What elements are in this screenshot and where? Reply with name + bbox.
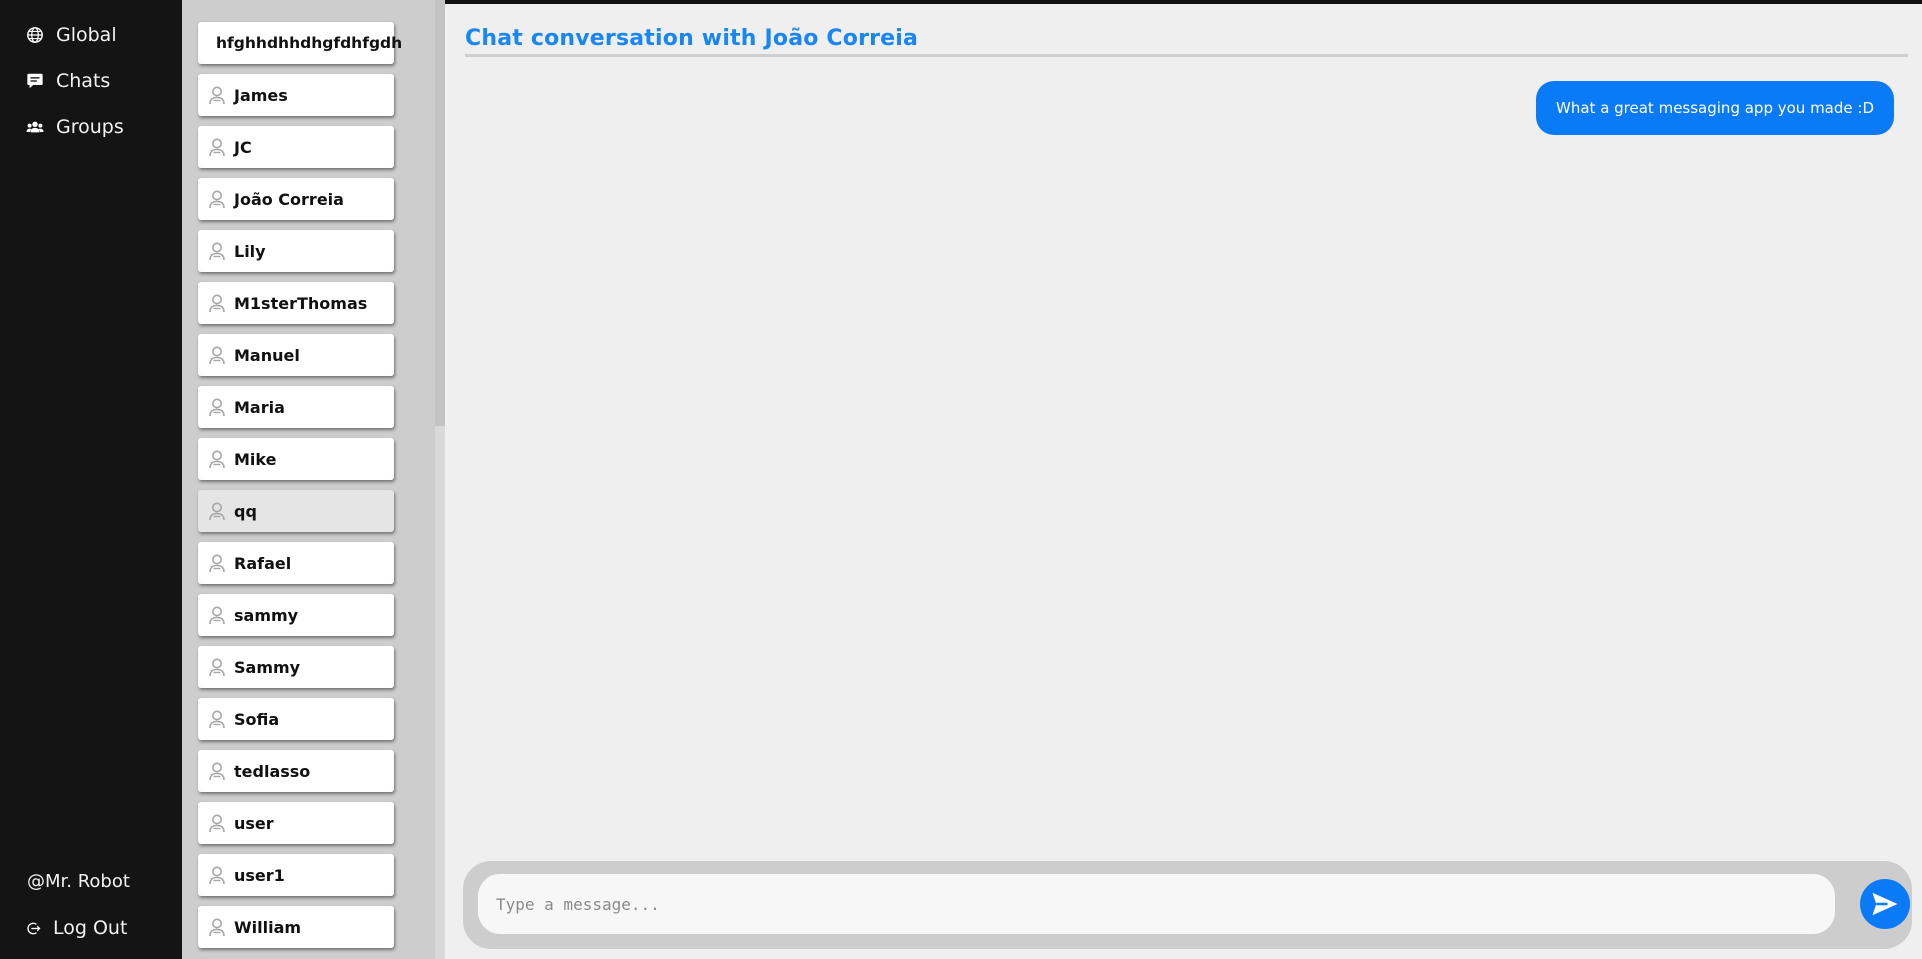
contact-item[interactable]: Mike — [198, 438, 394, 480]
nav-item-global[interactable]: Global — [26, 24, 117, 46]
user-icon — [209, 554, 225, 573]
contact-item[interactable]: William — [198, 906, 394, 948]
user-icon — [209, 242, 225, 261]
contact-item[interactable]: James — [198, 74, 394, 116]
logout-icon — [27, 922, 41, 934]
message-composer — [463, 861, 1912, 949]
groups-icon — [26, 121, 44, 133]
contact-item[interactable]: João Correia — [198, 178, 394, 220]
contact-name: qq — [234, 501, 257, 521]
contact-item[interactable]: Maria — [198, 386, 394, 428]
chat-title: Chat conversation with João Correia — [465, 26, 919, 51]
contact-item[interactable]: M1sterThomas — [198, 282, 394, 324]
logout-label: Log Out — [53, 917, 128, 939]
contact-name: tedlasso — [234, 761, 311, 781]
contact-item[interactable]: tedlasso — [198, 750, 394, 792]
send-icon — [1872, 892, 1898, 916]
contact-name: William — [234, 917, 302, 937]
contact-name: Mike — [234, 449, 277, 469]
contact-item[interactable]: Sammy — [198, 646, 394, 688]
contact-name: James — [234, 85, 288, 105]
contacts-panel: hfghhdhhdhgfdhfgdh James JC João Correia Lil… — [182, 0, 435, 959]
nav-item-chats[interactable]: Chats — [26, 70, 110, 92]
contact-item[interactable]: user1 — [198, 854, 394, 896]
contact-item[interactable]: qq — [198, 490, 394, 532]
contact-name: M1sterThomas — [234, 293, 368, 313]
contact-name: Maria — [234, 397, 285, 417]
contact-name: Lily — [234, 241, 266, 261]
user-icon — [209, 86, 225, 105]
user-icon — [209, 866, 225, 885]
nav-item-groups[interactable]: Groups — [26, 116, 124, 138]
contact-item[interactable]: Sofia — [198, 698, 394, 740]
user-icon — [209, 346, 225, 365]
contact-item[interactable]: JC — [198, 126, 394, 168]
contact-name: sammy — [234, 605, 299, 625]
contact-item[interactable]: user — [198, 802, 394, 844]
contact-name: João Correia — [234, 189, 344, 209]
user-icon — [209, 814, 225, 833]
contact-name: Sammy — [234, 657, 301, 677]
user-icon — [209, 398, 225, 417]
chat-panel: Chat conversation with João Correia What… — [445, 0, 1922, 959]
contact-name: user — [234, 813, 274, 833]
user-icon — [209, 502, 225, 521]
contacts-scrollbar[interactable] — [435, 0, 445, 959]
contacts-scroll-thumb[interactable] — [435, 0, 445, 426]
chat-icon — [27, 73, 43, 89]
contact-name: Manuel — [234, 345, 300, 365]
contact-item[interactable]: hfghhdhhdhgfdhfgdh — [198, 22, 402, 64]
contact-item[interactable]: sammy — [198, 594, 394, 636]
user-icon — [209, 918, 225, 937]
user-icon — [209, 710, 225, 729]
nav-label-global: Global — [56, 24, 117, 46]
contact-name: hfghhdhhdhgfdhfgdh — [216, 34, 403, 52]
navigation-sidebar: Global Chats Groups @Mr. Robot Log Out — [0, 0, 182, 959]
user-icon — [209, 138, 225, 157]
contact-name: Sofia — [234, 709, 280, 729]
send-button[interactable] — [1860, 879, 1910, 929]
user-icon — [209, 294, 225, 313]
message-bubble-sent: What a great messaging app you made :D — [1536, 81, 1894, 135]
contact-name: user1 — [234, 865, 285, 885]
title-divider — [465, 54, 1908, 57]
user-icon — [209, 606, 225, 625]
contact-name: Rafael — [234, 553, 292, 573]
nav-label-groups: Groups — [56, 116, 124, 138]
contact-item[interactable]: Manuel — [198, 334, 394, 376]
user-icon — [209, 762, 225, 781]
contact-name: JC — [234, 137, 252, 157]
contact-item[interactable]: Rafael — [198, 542, 394, 584]
user-icon — [209, 658, 225, 677]
globe-icon — [27, 27, 43, 43]
contact-item[interactable]: Lily — [198, 230, 394, 272]
logout-button[interactable]: Log Out — [26, 917, 127, 939]
message-input[interactable] — [478, 874, 1835, 934]
nav-label-chats: Chats — [56, 70, 111, 92]
current-username: @Mr. Robot — [27, 871, 130, 892]
user-icon — [209, 450, 225, 469]
user-icon — [209, 190, 225, 209]
